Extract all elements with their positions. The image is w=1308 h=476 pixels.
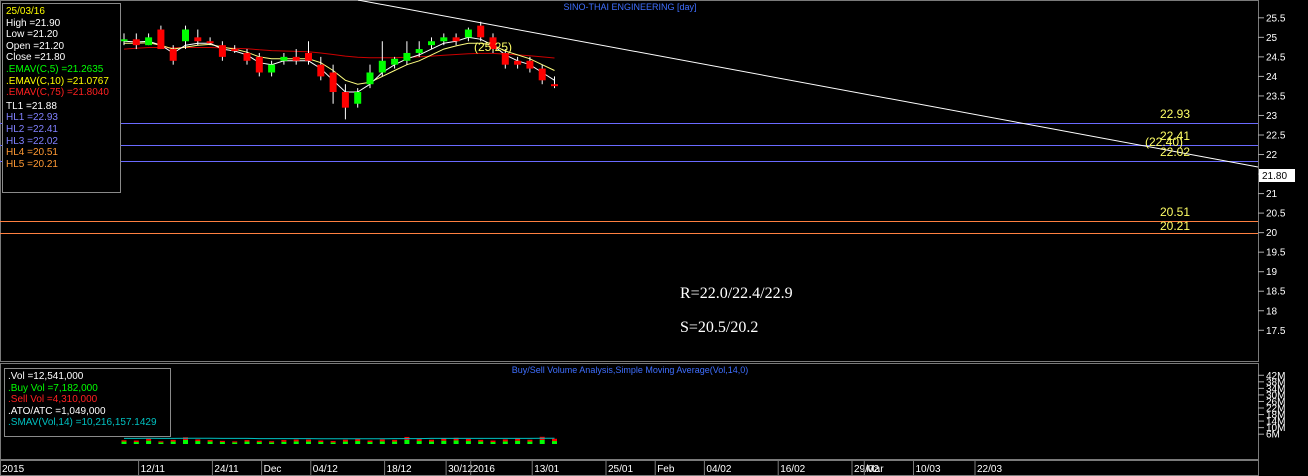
price-tick-label: 22 <box>1266 150 1278 161</box>
info-date: 25/03/16 <box>6 6 45 17</box>
price-tick-label: 20 <box>1266 228 1278 239</box>
info-emav75: .EMAV(C,75) =21.8040 <box>6 87 109 99</box>
date-tick-label: 04/02 <box>706 464 731 475</box>
date-tick-label: 22/03 <box>977 464 1002 475</box>
volume-bar <box>367 440 373 444</box>
volume-info-panel: .Vol =12,541,000 .Buy Vol =7,182,000 .Se… <box>4 368 171 437</box>
price-tick-label: 19.5 <box>1266 248 1286 259</box>
price-tick-label: 19 <box>1266 267 1278 278</box>
volume-bar <box>306 439 311 444</box>
date-tick-label: 2015 <box>2 464 25 475</box>
price-tick-label: 20.5 <box>1266 209 1286 220</box>
price-tick-label: 23 <box>1266 111 1278 122</box>
volume-bar <box>416 439 422 444</box>
last-price-label: 21.80 <box>1262 171 1287 182</box>
volume-bar <box>552 438 557 444</box>
date-tick-label: 24/11 <box>214 464 239 475</box>
volume-bar <box>244 440 250 444</box>
volume-bar <box>502 439 508 444</box>
vol-total: .Vol =12,541,000 <box>8 371 84 382</box>
date-tick-label: 10/03 <box>916 464 941 475</box>
date-tick-label: 2016 <box>473 464 496 475</box>
info-emav5: .EMAV(C,5) =21.2635 <box>6 63 104 75</box>
info-low: Low =21.20 <box>6 29 58 41</box>
volume-bar <box>158 441 164 444</box>
volume-sma-line <box>124 437 555 440</box>
price-tick-label: 24 <box>1266 72 1278 83</box>
volume-bar <box>219 440 225 444</box>
volume-bar <box>256 440 262 444</box>
label-hl5: 20.21 <box>1160 219 1190 233</box>
volume-bar <box>342 439 348 444</box>
date-tick-label: 12/11 <box>141 464 166 475</box>
date-tick-label: 18/12 <box>387 464 412 475</box>
stock-chart: SINO-THAI ENGINEERING [day] Buy/Sell Vol… <box>0 0 1308 476</box>
date-tick-label: Feb <box>657 464 675 475</box>
volume-bar <box>478 439 484 444</box>
price-tick-label: 25 <box>1266 33 1278 44</box>
info-tl1: TL1 =21.88 <box>6 100 57 112</box>
price-tick-label: 18 <box>1266 306 1278 317</box>
volume-bar <box>146 438 152 444</box>
date-tick-label: 30/12 <box>448 464 473 475</box>
price-tick-label: 24.5 <box>1266 52 1286 63</box>
price-tick-label: 17.5 <box>1266 326 1286 337</box>
volume-bar <box>490 440 496 444</box>
info-high: High =21.90 <box>6 17 61 29</box>
volume-bar <box>232 441 238 444</box>
date-tick-label: 16/02 <box>780 464 805 475</box>
label-peak: (25.25) <box>474 40 512 54</box>
vol-smav: .SMAV(Vol,14) =10,216,157.1429 <box>8 417 157 429</box>
price-tick-label: 23.5 <box>1266 91 1286 102</box>
volume-bar <box>441 438 447 444</box>
volume-bar <box>269 441 275 444</box>
info-hl4: HL4 =20.51 <box>6 147 58 159</box>
volume-bar <box>355 438 361 444</box>
label-hl1: 22.93 <box>1160 107 1190 121</box>
resistance-text: R=22.0/22.4/22.9 <box>680 285 793 302</box>
date-tick-label: 25/01 <box>608 464 633 475</box>
volume-bar <box>404 436 410 444</box>
info-hl5: HL5 =20.21 <box>6 158 58 170</box>
volume-bar <box>170 439 176 444</box>
volume-title: Buy/Sell Volume Analysis,Simple Moving A… <box>512 365 748 375</box>
label-hl3: 22.02 <box>1160 145 1190 159</box>
price-tick-label: 21 <box>1266 189 1278 200</box>
volume-bar <box>392 439 398 444</box>
volume-bar <box>121 440 127 444</box>
volume-bar <box>318 440 324 444</box>
price-tick-label: 22.5 <box>1266 130 1286 141</box>
price-tick-label: 18.5 <box>1266 287 1286 298</box>
volume-bar <box>429 439 434 444</box>
volume-bar <box>330 441 336 444</box>
volume-tick-label: 42M <box>1266 371 1285 382</box>
volume-bar <box>207 440 213 444</box>
vol-sell: .Sell Vol =4,310,000 <box>8 394 98 406</box>
date-tick-label: Dec <box>264 464 282 475</box>
label-hl4: 20.51 <box>1160 205 1190 219</box>
volume-bar <box>195 439 201 444</box>
info-close: Close =21.80 <box>6 52 66 64</box>
volume-bar <box>133 440 139 444</box>
price-tick-label: 25.5 <box>1266 13 1286 24</box>
vol-buy: .Buy Vol =7,182,000 <box>8 382 98 394</box>
info-open: Open =21.20 <box>6 40 65 52</box>
chart-title: SINO-THAI ENGINEERING [day] <box>563 2 696 12</box>
date-tick-label: 13/01 <box>534 464 559 475</box>
info-hl2: HL2 =22.41 <box>6 123 58 135</box>
info-hl3: HL3 =22.02 <box>6 135 58 147</box>
volume-bar <box>379 439 385 444</box>
support-text: S=20.5/20.2 <box>680 319 758 336</box>
info-hl1: HL1 =22.93 <box>6 112 58 124</box>
volume-bar <box>527 439 533 444</box>
volume-bar <box>293 439 299 444</box>
vol-atoatc: .ATO/ATC =1,049,000 <box>8 405 106 417</box>
volume-bar <box>515 438 521 444</box>
volume-bar <box>281 440 287 444</box>
volume-bar <box>465 438 471 444</box>
ohlc-info-panel: 25/03/16 High =21.90 Low =21.20 Open =21… <box>2 3 121 193</box>
info-emav10: .EMAV(C,10) =21.0767 <box>6 75 109 87</box>
date-tick-label: Mar <box>866 464 884 475</box>
date-tick-label: 04/12 <box>313 464 338 475</box>
